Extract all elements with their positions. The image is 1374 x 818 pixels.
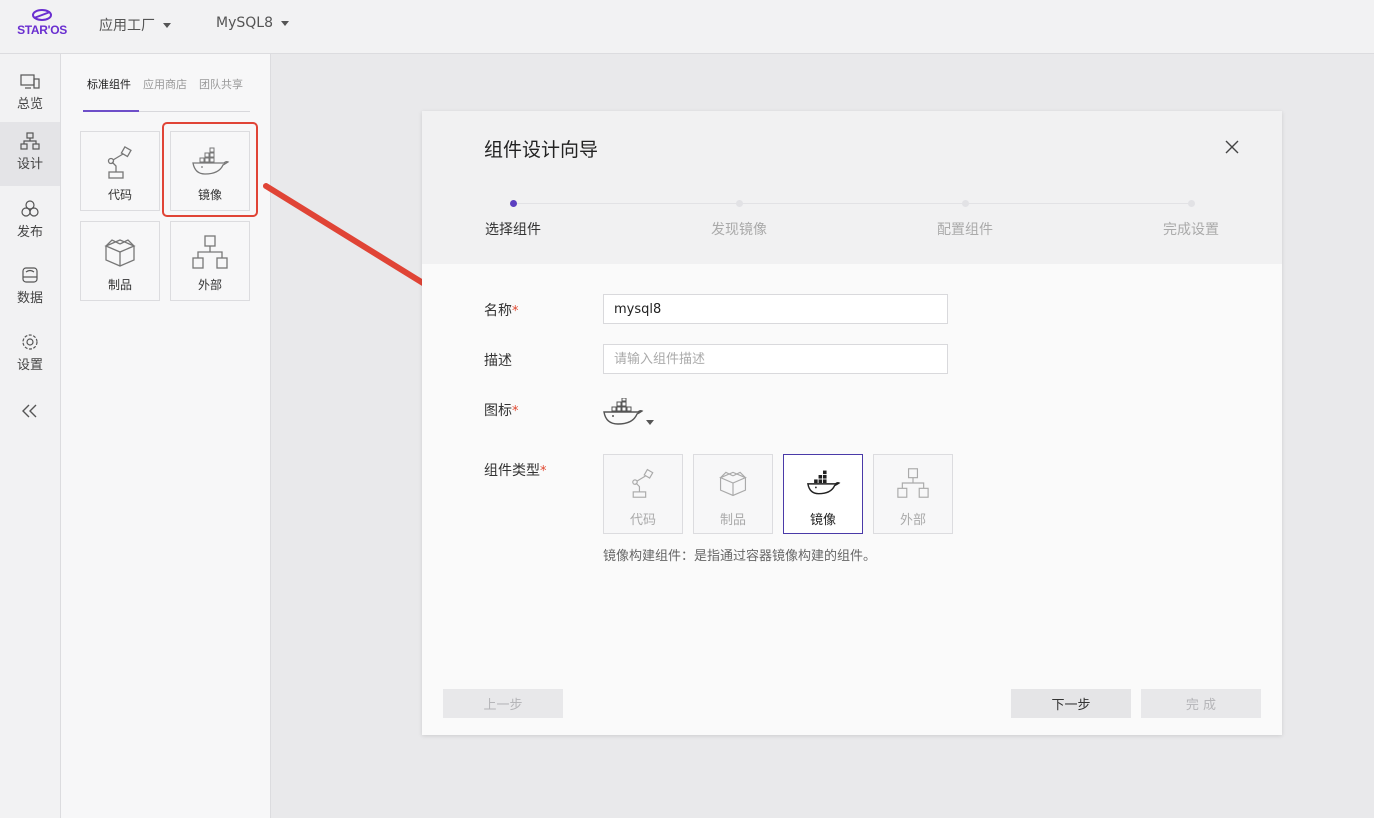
step-finish-setup: 完成设置 <box>1163 222 1219 238</box>
type-card-image[interactable]: 镜像 <box>783 454 863 534</box>
required-mark: * <box>512 304 519 319</box>
package-box-icon <box>719 471 747 497</box>
description-label-group: 描述 <box>484 350 512 370</box>
docker-whale-icon <box>603 397 654 425</box>
logo-mark-icon <box>32 9 52 21</box>
step-dot <box>1188 200 1195 207</box>
stepper-line <box>513 203 1191 204</box>
type-description: 镜像构建组件：是指通过容器镜像构建的组件。 <box>603 549 877 564</box>
prev-step-button[interactable]: 上一步 <box>443 689 563 718</box>
component-label: 制品 <box>107 278 132 292</box>
docker-whale-icon <box>807 470 841 495</box>
hierarchy-icon <box>897 468 929 498</box>
component-tabs: 标准组件 应用商店 团队共享 <box>83 74 250 112</box>
component-design-wizard-dialog: 组件设计向导 选择组件 发现镜像 配置组件 完成设置 名称* 描述 图标* <box>422 111 1282 735</box>
step-select-component: 选择组件 <box>485 222 541 238</box>
package-box-icon <box>104 239 136 267</box>
nav-label: 设计 <box>16 157 43 172</box>
component-label: 代码 <box>107 188 132 202</box>
type-card-label: 代码 <box>629 513 656 528</box>
project-menu[interactable]: MySQL8 <box>216 15 289 31</box>
type-card-code[interactable]: 代码 <box>603 454 683 534</box>
monitor-icon <box>20 74 40 89</box>
logo-text: STAR'OS <box>17 23 67 37</box>
step-dot <box>510 200 517 207</box>
app-factory-label: 应用工厂 <box>99 18 155 34</box>
nav-label: 设置 <box>16 358 43 373</box>
next-step-button[interactable]: 下一步 <box>1011 689 1131 718</box>
step-dot <box>736 200 743 207</box>
tab-standard-components[interactable]: 标准组件 <box>87 76 131 92</box>
type-label-group: 组件类型* <box>484 460 547 480</box>
icon-label: 图标 <box>484 403 512 419</box>
type-card-label: 外部 <box>899 513 926 528</box>
component-card-external[interactable]: 外部 <box>170 221 250 301</box>
caret-down-icon <box>163 22 171 28</box>
double-chevron-left-icon <box>22 404 37 418</box>
component-card-code[interactable]: 代码 <box>80 131 160 211</box>
nav-item-data[interactable]: 数据 <box>0 256 60 320</box>
type-card-external[interactable]: 外部 <box>873 454 953 534</box>
tab-app-store[interactable]: 应用商店 <box>143 76 187 92</box>
step-discover-image: 发现镜像 <box>711 222 767 238</box>
gear-icon <box>22 334 38 350</box>
project-label: MySQL8 <box>216 15 273 31</box>
robot-arm-icon <box>107 146 132 179</box>
highlight-box <box>162 122 258 217</box>
close-icon[interactable] <box>1224 139 1240 155</box>
nav-item-design[interactable]: 设计 <box>0 122 60 186</box>
drive-icon <box>22 267 38 283</box>
name-label-group: 名称* <box>484 300 519 320</box>
nav-label: 发布 <box>16 225 43 240</box>
robot-arm-icon <box>632 468 654 498</box>
nav-item-settings[interactable]: 设置 <box>0 323 60 387</box>
staros-logo[interactable]: STAR'OS <box>14 8 70 46</box>
description-input[interactable] <box>603 344 948 374</box>
collapse-nav-button[interactable] <box>0 394 60 430</box>
required-mark: * <box>540 464 547 479</box>
name-input[interactable] <box>603 294 948 324</box>
app-factory-menu[interactable]: 应用工厂 <box>99 15 171 35</box>
nav-item-overview[interactable]: 总览 <box>0 64 60 128</box>
left-nav: 总览 设计 发布 数据 设置 <box>0 54 61 818</box>
tab-team-share[interactable]: 团队共享 <box>199 76 243 92</box>
component-card-artifact[interactable]: 制品 <box>80 221 160 301</box>
dialog-header: 组件设计向导 选择组件 发现镜像 配置组件 完成设置 <box>422 111 1282 264</box>
hierarchy-icon <box>20 132 40 150</box>
component-label: 外部 <box>197 278 222 292</box>
active-tab-indicator <box>83 110 139 112</box>
type-card-label: 镜像 <box>809 513 836 528</box>
nav-item-publish[interactable]: 发布 <box>0 190 60 254</box>
circles-icon <box>21 200 39 217</box>
required-mark: * <box>512 404 519 419</box>
finish-button[interactable]: 完 成 <box>1141 689 1261 718</box>
step-dot <box>962 200 969 207</box>
name-label: 名称 <box>484 303 512 319</box>
nav-label: 总览 <box>16 97 43 112</box>
type-label: 组件类型 <box>484 463 540 479</box>
top-bar: STAR'OS 应用工厂 MySQL8 <box>0 0 1374 54</box>
nav-label: 数据 <box>16 291 43 306</box>
step-configure-component: 配置组件 <box>937 222 993 238</box>
icon-picker[interactable] <box>602 397 658 428</box>
hierarchy-icon <box>192 235 228 269</box>
icon-label-group: 图标* <box>484 400 519 420</box>
description-label: 描述 <box>484 353 512 369</box>
type-card-label: 制品 <box>719 513 746 528</box>
dialog-title: 组件设计向导 <box>484 139 599 161</box>
caret-down-icon <box>280 20 289 26</box>
type-card-artifact[interactable]: 制品 <box>693 454 773 534</box>
